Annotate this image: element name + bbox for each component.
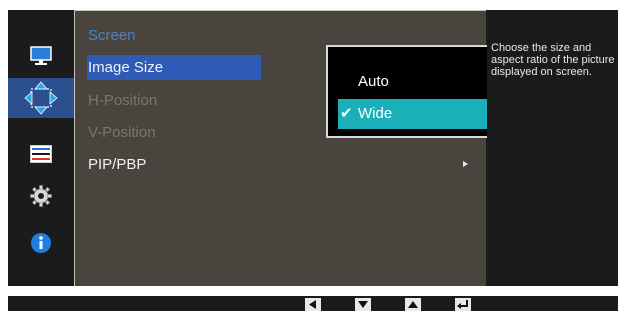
- up-arrow-icon: [408, 301, 418, 308]
- option-label: Auto: [358, 73, 389, 90]
- enter-icon: [457, 300, 468, 309]
- picture-icon: [30, 46, 52, 65]
- menu-item-label: PIP/PBP: [88, 156, 147, 173]
- checkmark-icon: ✔: [340, 105, 353, 122]
- submenu-arrow-icon: [463, 161, 468, 167]
- menu-item-pip-pbp[interactable]: PIP/PBP: [88, 152, 468, 177]
- down-button[interactable]: [355, 298, 371, 311]
- osd-menu: Screen Image Size H-Position V-Position …: [8, 10, 618, 286]
- help-text: Choose the size and aspect ratio of the …: [491, 42, 615, 78]
- left-button[interactable]: [305, 298, 321, 311]
- help-panel: Choose the size and aspect ratio of the …: [487, 10, 618, 286]
- option-label: Wide: [358, 105, 393, 122]
- up-button[interactable]: [405, 298, 421, 311]
- position-icon: [24, 81, 58, 115]
- info-icon: [31, 233, 51, 253]
- down-arrow-icon: [358, 301, 368, 308]
- sidebar-item-system[interactable]: [8, 176, 74, 216]
- category-sidebar: [8, 10, 74, 286]
- sidebar-item-settings-list[interactable]: [8, 134, 74, 174]
- enter-button[interactable]: [455, 298, 471, 311]
- sidebar-item-position[interactable]: [8, 78, 74, 118]
- screen-menu-panel: Screen Image Size H-Position V-Position …: [74, 10, 537, 286]
- sidebar-item-information[interactable]: [8, 223, 74, 263]
- control-bar: [8, 296, 618, 311]
- menu-item-image-size[interactable]: Image Size: [87, 55, 261, 80]
- settings-list-icon: [30, 145, 52, 163]
- sidebar-item-picture[interactable]: [8, 36, 74, 76]
- menu-header: Screen: [88, 27, 136, 44]
- left-arrow-icon: [309, 300, 316, 309]
- gear-icon: [30, 185, 52, 207]
